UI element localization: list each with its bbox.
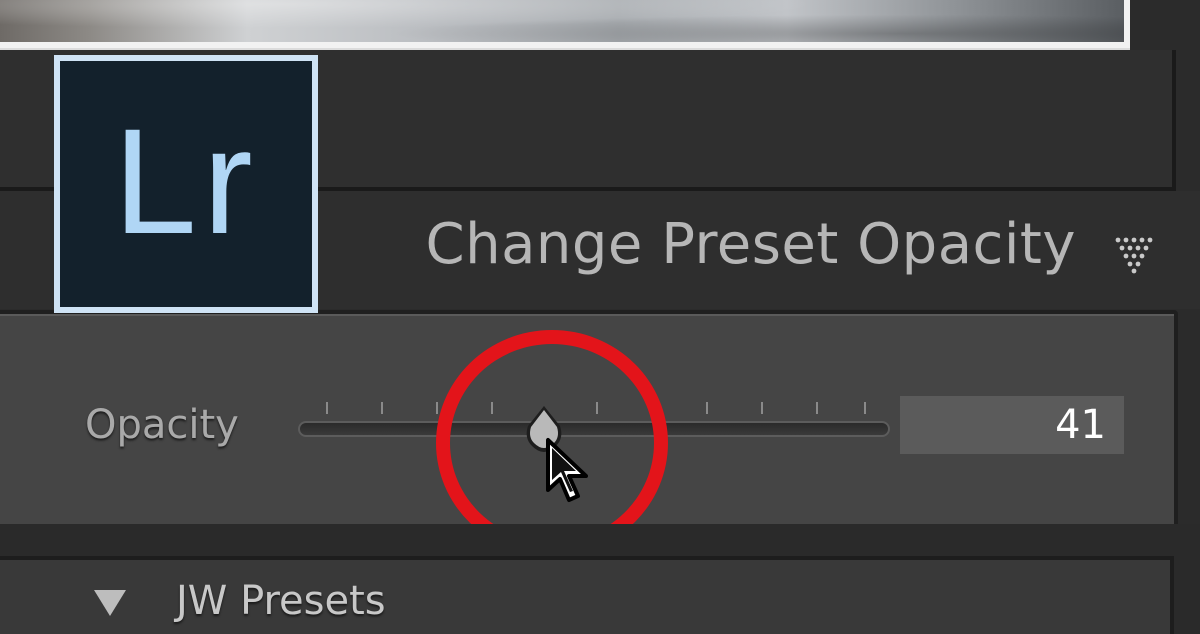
slider-tick (326, 402, 328, 414)
slider-tick (381, 402, 383, 414)
logo-background: Lr (60, 61, 312, 307)
presets-section-label[interactable]: JW Presets (176, 578, 386, 624)
lightroom-logo: Lr (54, 55, 318, 313)
slider-tick (864, 402, 866, 414)
disclosure-triangle-icon[interactable] (92, 588, 128, 618)
photo-image (0, 0, 1124, 42)
slider-tick (761, 402, 763, 414)
opacity-value-field[interactable]: 41 (900, 396, 1124, 454)
logo-text: Lr (113, 97, 259, 265)
dotted-triangle-icon[interactable] (1114, 234, 1154, 274)
photo-preview (0, 0, 1130, 50)
slider-tick (706, 402, 708, 414)
opacity-label: Opacity (85, 402, 239, 448)
slider-tick (436, 402, 438, 414)
opacity-value: 41 (1055, 402, 1106, 448)
panel-title: Change Preset Opacity (425, 212, 1076, 277)
mouse-pointer-icon (546, 438, 588, 502)
slider-tick (816, 402, 818, 414)
